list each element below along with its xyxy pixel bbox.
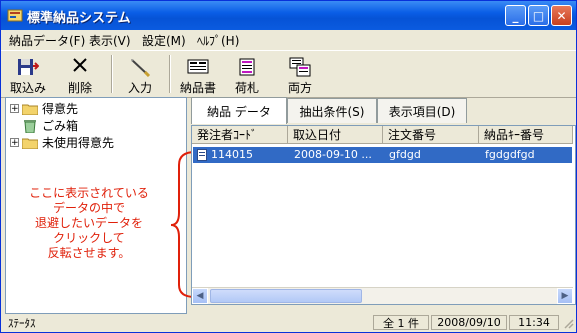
title-bar[interactable]: 標準納品システム _ □ ✕: [1, 1, 576, 30]
tab-display-items[interactable]: 表示項目(D): [377, 98, 467, 123]
status-count: 全 1 件: [373, 315, 429, 330]
resize-grip-icon[interactable]: [562, 317, 574, 329]
arrow-left-icon: ◀: [196, 291, 204, 301]
toolbar: 取込み 削除 入力 納品書 荷札 両方: [1, 50, 576, 98]
tab-extract-conditions[interactable]: 抽出条件(S): [287, 98, 377, 123]
status-label: ｽﾃｰﾀｽ: [8, 316, 36, 330]
instruction-annotation: ここに表示されている データの中で 退避したいデータを クリックして 反転させま…: [29, 186, 149, 260]
horizontal-scrollbar[interactable]: ◀ ▶: [192, 287, 573, 304]
app-icon: [7, 9, 23, 22]
cell-delivery-key: fgdgdfgd: [485, 148, 535, 161]
column-header-import-date[interactable]: 取込日付: [288, 126, 383, 144]
maximize-button[interactable]: □: [528, 5, 549, 26]
status-date: 2008/09/10: [431, 315, 507, 330]
menu-bar: 納品データ(F) 表示(V) 設定(M) ﾍﾙﾌﾟ(H): [1, 30, 576, 49]
delete-button[interactable]: 削除: [57, 53, 103, 95]
folder-icon: [22, 138, 38, 149]
floppy-import-icon: [18, 59, 39, 75]
menu-help[interactable]: ﾍﾙﾌﾟ(H): [197, 32, 239, 49]
document-icon: [197, 149, 207, 161]
tree-item-trash[interactable]: ごみ箱: [22, 117, 78, 134]
column-header-delivery-key[interactable]: 納品ｷｰ番号: [479, 126, 573, 144]
delivery-note-icon: [187, 59, 209, 74]
tab-strip: 納品 データ 抽出条件(S) 表示項目(D): [191, 97, 574, 124]
maximize-icon: □: [532, 8, 545, 23]
table-row[interactable]: 114015 2008-09-10 ... gfdgd fgdgdfgd: [193, 147, 572, 163]
delivery-note-button[interactable]: 納品書: [175, 53, 221, 95]
recycle-bin-icon: [24, 119, 36, 133]
minimize-button[interactable]: _: [505, 5, 526, 26]
cell-import-date: 2008-09-10 ...: [294, 148, 372, 161]
close-button[interactable]: ✕: [551, 5, 572, 26]
pen-icon: [131, 59, 151, 77]
arrow-right-icon: ▶: [561, 291, 569, 301]
status-bar: ｽﾃｰﾀｽ 全 1 件 2008/09/10 11:34: [1, 314, 576, 332]
delete-x-icon: [73, 58, 87, 72]
toolbar-separator: [111, 55, 113, 93]
tag-button[interactable]: 荷札: [227, 53, 267, 95]
toolbar-separator: [169, 55, 171, 93]
tag-icon: [239, 58, 255, 76]
both-print-icon: [289, 57, 311, 77]
menu-settings[interactable]: 設定(M): [142, 32, 186, 49]
menu-view[interactable]: 表示(V): [89, 32, 131, 49]
scroll-left-button[interactable]: ◀: [192, 288, 208, 304]
minimize-icon: _: [512, 8, 519, 23]
column-header-orderer-code[interactable]: 発注者ｺｰﾄﾞ: [192, 126, 288, 144]
cell-order-number: gfdgd: [389, 148, 421, 161]
expand-icon[interactable]: +: [10, 138, 19, 148]
delivery-data-grid[interactable]: 発注者ｺｰﾄﾞ 取込日付 注文番号 納品ｷｰ番号 114015 2008-09-…: [191, 125, 576, 305]
tree-item-unused-customers[interactable]: + 未使用得意先: [10, 134, 114, 151]
app-window: 標準納品システム _ □ ✕ 納品データ(F) 表示(V) 設定(M) ﾍﾙﾌﾟ…: [0, 0, 577, 333]
folder-icon: [22, 104, 38, 115]
both-button[interactable]: 両方: [277, 53, 323, 95]
tree-item-customers[interactable]: + 得意先: [10, 100, 78, 117]
tab-delivery-data[interactable]: 納品 データ: [191, 97, 287, 124]
input-button[interactable]: 入力: [117, 53, 163, 95]
import-button[interactable]: 取込み: [5, 53, 51, 95]
status-time: 11:34: [509, 315, 559, 330]
window-title: 標準納品システム: [27, 11, 131, 26]
cell-orderer-code: 114015: [211, 148, 253, 161]
scroll-right-button[interactable]: ▶: [557, 288, 573, 304]
scroll-thumb[interactable]: [210, 289, 362, 303]
close-icon: ✕: [556, 8, 567, 23]
column-header-order-number[interactable]: 注文番号: [383, 126, 479, 144]
menu-delivery-data[interactable]: 納品データ(F): [9, 32, 85, 49]
expand-icon[interactable]: +: [10, 104, 19, 114]
